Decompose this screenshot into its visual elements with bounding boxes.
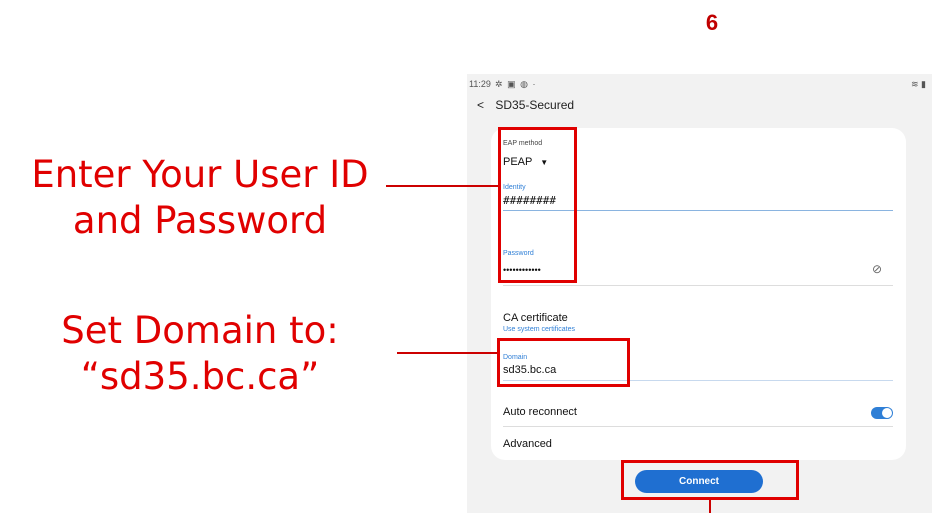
credentials-connector-line bbox=[386, 185, 498, 187]
password-underline bbox=[503, 285, 893, 286]
advanced-option[interactable]: Advanced bbox=[503, 438, 552, 450]
image-icon: ▣ bbox=[507, 79, 517, 89]
credentials-annotation-line2: and Password bbox=[72, 199, 328, 242]
status-icons: ✲ ▣ ◍ · bbox=[495, 79, 536, 90]
connect-highlight-box bbox=[621, 460, 799, 500]
credentials-annotation-line1: Enter Your User ID bbox=[31, 153, 369, 196]
network-title: SD35-Secured bbox=[495, 98, 575, 112]
eye-off-icon[interactable]: ⊘ bbox=[872, 262, 882, 276]
battery-icon: ▮ bbox=[921, 79, 926, 89]
dot-icon: · bbox=[532, 79, 537, 89]
network-header: < SD35-Secured bbox=[477, 98, 574, 112]
domain-annotation-line1: Set Domain to: bbox=[61, 309, 339, 352]
credentials-highlight-box bbox=[498, 127, 577, 283]
globe-icon: ◍ bbox=[520, 79, 529, 89]
ca-certificate-label: CA certificate bbox=[503, 312, 568, 324]
auto-reconnect-toggle[interactable] bbox=[871, 407, 893, 419]
settings-icon: ✲ bbox=[495, 79, 504, 89]
ca-certificate-value[interactable]: Use system certificates bbox=[503, 326, 575, 333]
domain-annotation-line2: “sd35.bc.ca” bbox=[80, 355, 320, 398]
status-right-icons: ≋ ▮ bbox=[911, 79, 926, 90]
domain-highlight-box bbox=[497, 338, 630, 387]
domain-annotation: Set Domain to: “sd35.bc.ca” bbox=[20, 308, 380, 400]
wifi-icon: ≋ bbox=[910, 79, 919, 89]
domain-connector-line bbox=[397, 352, 497, 354]
toggle-knob bbox=[882, 408, 892, 418]
credentials-annotation: Enter Your User ID and Password bbox=[20, 152, 380, 244]
auto-reconnect-label: Auto reconnect bbox=[503, 406, 577, 418]
status-bar: 11:29 ✲ ▣ ◍ · ≋ ▮ bbox=[467, 79, 932, 93]
connect-connector-line bbox=[709, 500, 711, 513]
back-arrow-icon[interactable]: < bbox=[477, 98, 484, 112]
auto-reconnect-divider bbox=[503, 426, 893, 427]
status-time: 11:29 bbox=[469, 79, 491, 89]
step-number: 6 bbox=[705, 10, 719, 35]
